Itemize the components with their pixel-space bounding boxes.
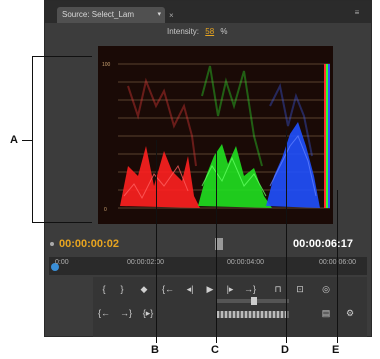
callout-d-leader: [286, 130, 287, 343]
chevron-down-icon[interactable]: ▾: [157, 7, 161, 23]
panel-tab-bar: Source: Select_Lam ▾ × ≡: [45, 1, 371, 23]
source-monitor-panel: Source: Select_Lam ▾ × ≡ Intensity: 58 %…: [44, 0, 372, 337]
duration-timecode: 00:00:06:17: [293, 238, 353, 250]
intensity-value[interactable]: 58: [205, 27, 214, 36]
transport-controls: { } ◆ {← ◂| ▶ |▸ →} ⊓ ⊡ ◎ {← →} {▸} ▤ ⚙: [93, 277, 367, 337]
current-timecode[interactable]: 00:00:00:02: [59, 238, 119, 250]
shuttle-knob[interactable]: [251, 297, 257, 305]
callout-b: B: [151, 344, 159, 356]
export-frame-icon[interactable]: ◎: [319, 283, 333, 295]
callout-e-leader: [337, 190, 338, 343]
play-icon[interactable]: ▶: [203, 283, 217, 295]
mark-out-icon[interactable]: }: [115, 283, 129, 295]
step-back-icon[interactable]: ◂|: [183, 283, 197, 295]
insert-icon[interactable]: ⊓: [271, 283, 285, 295]
ruler-tick: 00:00:04:00: [227, 259, 264, 266]
ruler-tick: 0:00: [55, 259, 69, 266]
settings-icon[interactable]: ⚙: [343, 307, 357, 319]
go-to-out-icon[interactable]: →}: [243, 283, 257, 295]
ruler-tick: 00:00:02:00: [127, 259, 164, 266]
scope-scale-bottom: 0: [104, 207, 107, 213]
rgb-spectrum-bar: [324, 64, 330, 208]
callout-a-bracket: [32, 56, 33, 223]
source-tab-label: Source: Select_Lam: [62, 10, 135, 19]
panel-menu-icon[interactable]: ≡: [349, 9, 365, 17]
callout-a-bracket-bottom: [32, 222, 92, 223]
go-to-prev-marker-icon[interactable]: {←: [97, 307, 111, 319]
callout-b-leader: [156, 140, 157, 343]
scope-scale-top: 100: [102, 62, 111, 68]
mark-in-icon[interactable]: {: [97, 283, 111, 295]
step-forward-icon[interactable]: |▸: [223, 283, 237, 295]
callout-c: C: [211, 344, 219, 356]
callout-e: E: [332, 344, 340, 356]
source-tab[interactable]: Source: Select_Lam ▾: [57, 7, 165, 23]
go-to-next-marker-icon[interactable]: →}: [119, 307, 133, 319]
jog-wheel[interactable]: [217, 311, 289, 318]
callout-a: A: [10, 134, 18, 146]
callout-d: D: [281, 344, 289, 356]
overwrite-icon[interactable]: ⊡: [293, 283, 307, 295]
close-icon[interactable]: ×: [169, 11, 174, 20]
play-in-to-out-icon[interactable]: {▸}: [141, 307, 155, 319]
go-to-in-icon[interactable]: {←: [161, 283, 175, 295]
time-ruler[interactable]: 0:00 00:00:02:00 00:00:04:00 00:00:06:00: [49, 257, 367, 275]
marker-dot: [50, 242, 54, 246]
intensity-control: Intensity: 58 %: [167, 27, 228, 36]
intensity-unit: %: [220, 27, 228, 36]
callout-c-leader: [216, 150, 217, 343]
intensity-label: Intensity:: [167, 27, 200, 36]
output-icon[interactable]: ▤: [319, 307, 333, 319]
add-marker-icon[interactable]: ◆: [137, 283, 151, 295]
callout-a-leader: [22, 140, 32, 141]
callout-a-bracket-top: [32, 56, 92, 57]
